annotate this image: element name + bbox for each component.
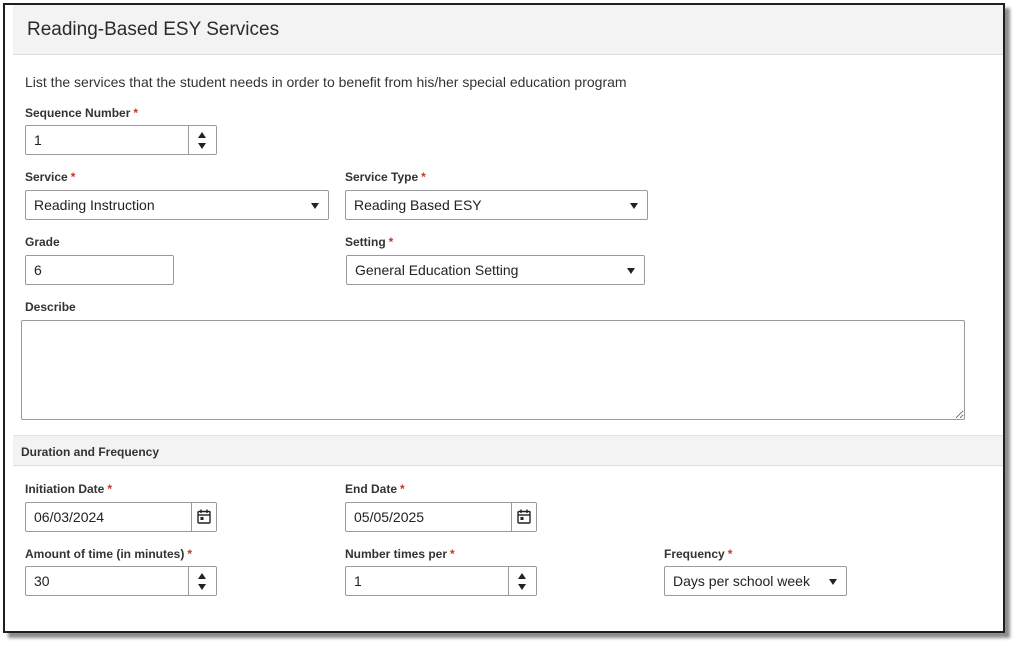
service-type-select[interactable]: Reading Based ESY [345, 190, 648, 220]
chevron-down-icon [829, 579, 837, 585]
duration-frequency-section-header: Duration and Frequency [13, 435, 1003, 466]
required-marker: * [400, 482, 405, 496]
initiation-date-value: 06/03/2024 [34, 509, 105, 525]
initiation-date-input[interactable]: 06/03/2024 [25, 502, 217, 532]
frequency-select[interactable]: Days per school week [664, 566, 847, 596]
sequence-number-input[interactable]: 1 [25, 125, 217, 155]
chevron-down-icon [630, 203, 638, 209]
spinner-down-icon[interactable] [198, 584, 206, 590]
amount-of-time-label: Amount of time (in minutes) * [25, 547, 192, 561]
required-marker: * [107, 482, 113, 496]
number-times-per-input[interactable]: 1 [345, 566, 537, 596]
frequency-value: Days per school week [673, 573, 810, 589]
number-times-per-spinner-icon[interactable] [508, 567, 536, 595]
service-select[interactable]: Reading Instruction [25, 190, 329, 220]
grade-label: Grade [25, 235, 60, 249]
amount-of-time-input[interactable]: 30 [25, 566, 217, 596]
spinner-up-icon[interactable] [518, 573, 526, 579]
spinner-up-icon[interactable] [198, 132, 206, 138]
number-times-per-value: 1 [354, 573, 362, 589]
service-value: Reading Instruction [34, 197, 155, 213]
chevron-down-icon [311, 203, 319, 209]
initiation-date-label: Initiation Date * [25, 482, 113, 496]
describe-textarea[interactable] [21, 320, 965, 420]
esy-services-panel: Reading-Based ESY Services List the serv… [3, 3, 1005, 633]
required-marker: * [187, 547, 192, 561]
required-marker: * [727, 547, 733, 561]
calendar-icon[interactable] [511, 503, 536, 531]
required-marker: * [388, 235, 394, 249]
spinner-up-icon[interactable] [198, 573, 206, 579]
service-label: Service * [25, 170, 76, 184]
grade-input[interactable]: 6 [25, 255, 174, 285]
end-date-value: 05/05/2025 [354, 509, 425, 525]
sequence-number-value: 1 [34, 132, 42, 148]
service-type-value: Reading Based ESY [354, 197, 482, 213]
setting-select[interactable]: General Education Setting [346, 255, 645, 285]
page-title: Reading-Based ESY Services [27, 19, 280, 40]
setting-value: General Education Setting [355, 262, 519, 278]
end-date-input[interactable]: 05/05/2025 [345, 502, 537, 532]
sequence-number-spinner-icon[interactable] [188, 126, 216, 154]
frequency-label: Frequency * [664, 547, 733, 561]
amount-of-time-value: 30 [34, 573, 50, 589]
end-date-label: End Date * [345, 482, 405, 496]
amount-of-time-spinner-icon[interactable] [188, 567, 216, 595]
spinner-down-icon[interactable] [198, 143, 206, 149]
service-type-label: Service Type * [345, 170, 426, 184]
required-marker: * [450, 547, 455, 561]
calendar-icon[interactable] [191, 503, 216, 531]
sequence-number-label: Sequence Number * [25, 106, 139, 120]
section-title: Duration and Frequency [21, 445, 160, 459]
required-marker: * [70, 170, 76, 184]
chevron-down-icon [627, 268, 635, 274]
required-marker: * [421, 170, 426, 184]
panel-header: Reading-Based ESY Services [13, 5, 1003, 55]
setting-label: Setting * [345, 235, 394, 249]
number-times-per-label: Number times per * [345, 547, 455, 561]
spinner-down-icon[interactable] [518, 584, 526, 590]
grade-value: 6 [34, 262, 42, 278]
intro-text: List the services that the student needs… [25, 74, 627, 90]
describe-label: Describe [25, 300, 76, 314]
required-marker: * [133, 106, 139, 120]
